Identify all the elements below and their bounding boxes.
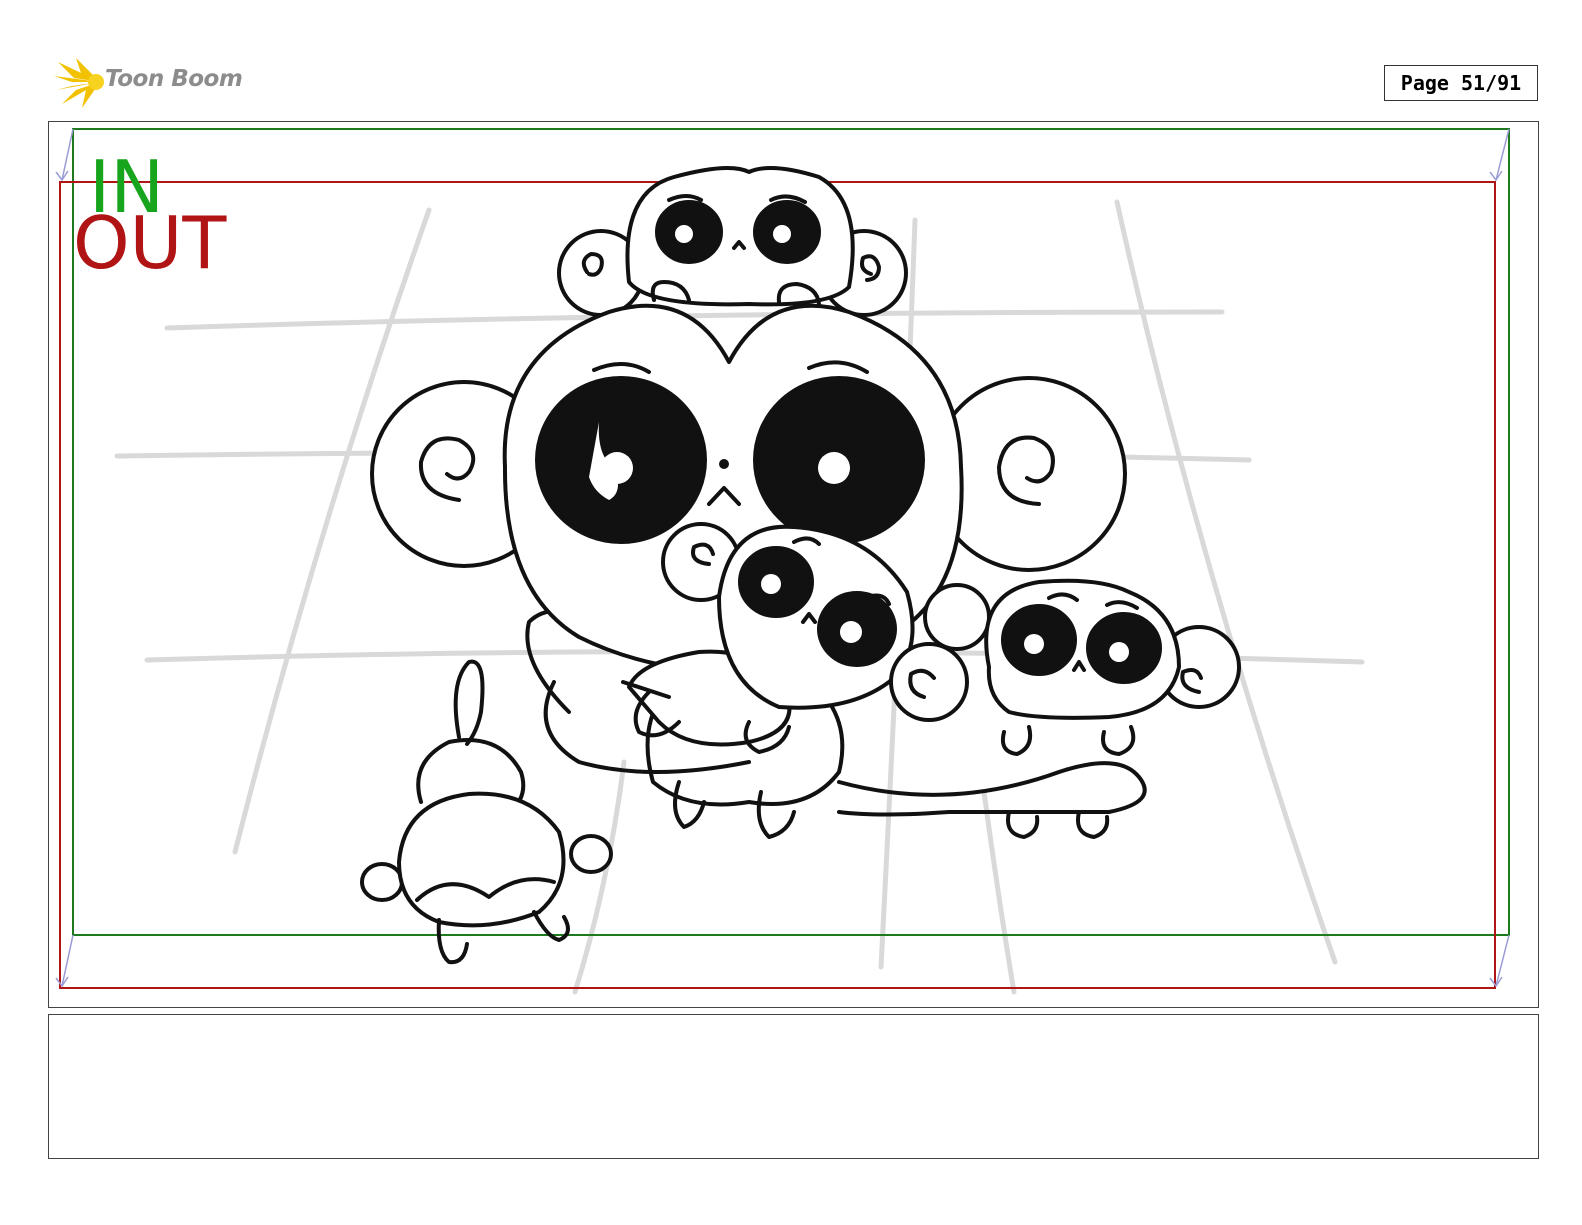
- monkey-family-sketch: [360, 166, 1241, 965]
- starburst-icon: [54, 58, 104, 108]
- page-number: Page 51/91: [1384, 65, 1538, 101]
- panel-drawing: IN OUT: [55, 128, 1510, 995]
- storyboard-panel: IN OUT: [48, 121, 1539, 1008]
- back-view-monkey: [360, 659, 613, 965]
- toon-boom-logo: Toon Boom: [52, 56, 252, 110]
- out-label: OUT: [73, 201, 227, 285]
- top-baby-monkey: [557, 166, 908, 317]
- logo-text: Toon Boom: [105, 66, 243, 92]
- caption-box: [48, 1014, 1539, 1159]
